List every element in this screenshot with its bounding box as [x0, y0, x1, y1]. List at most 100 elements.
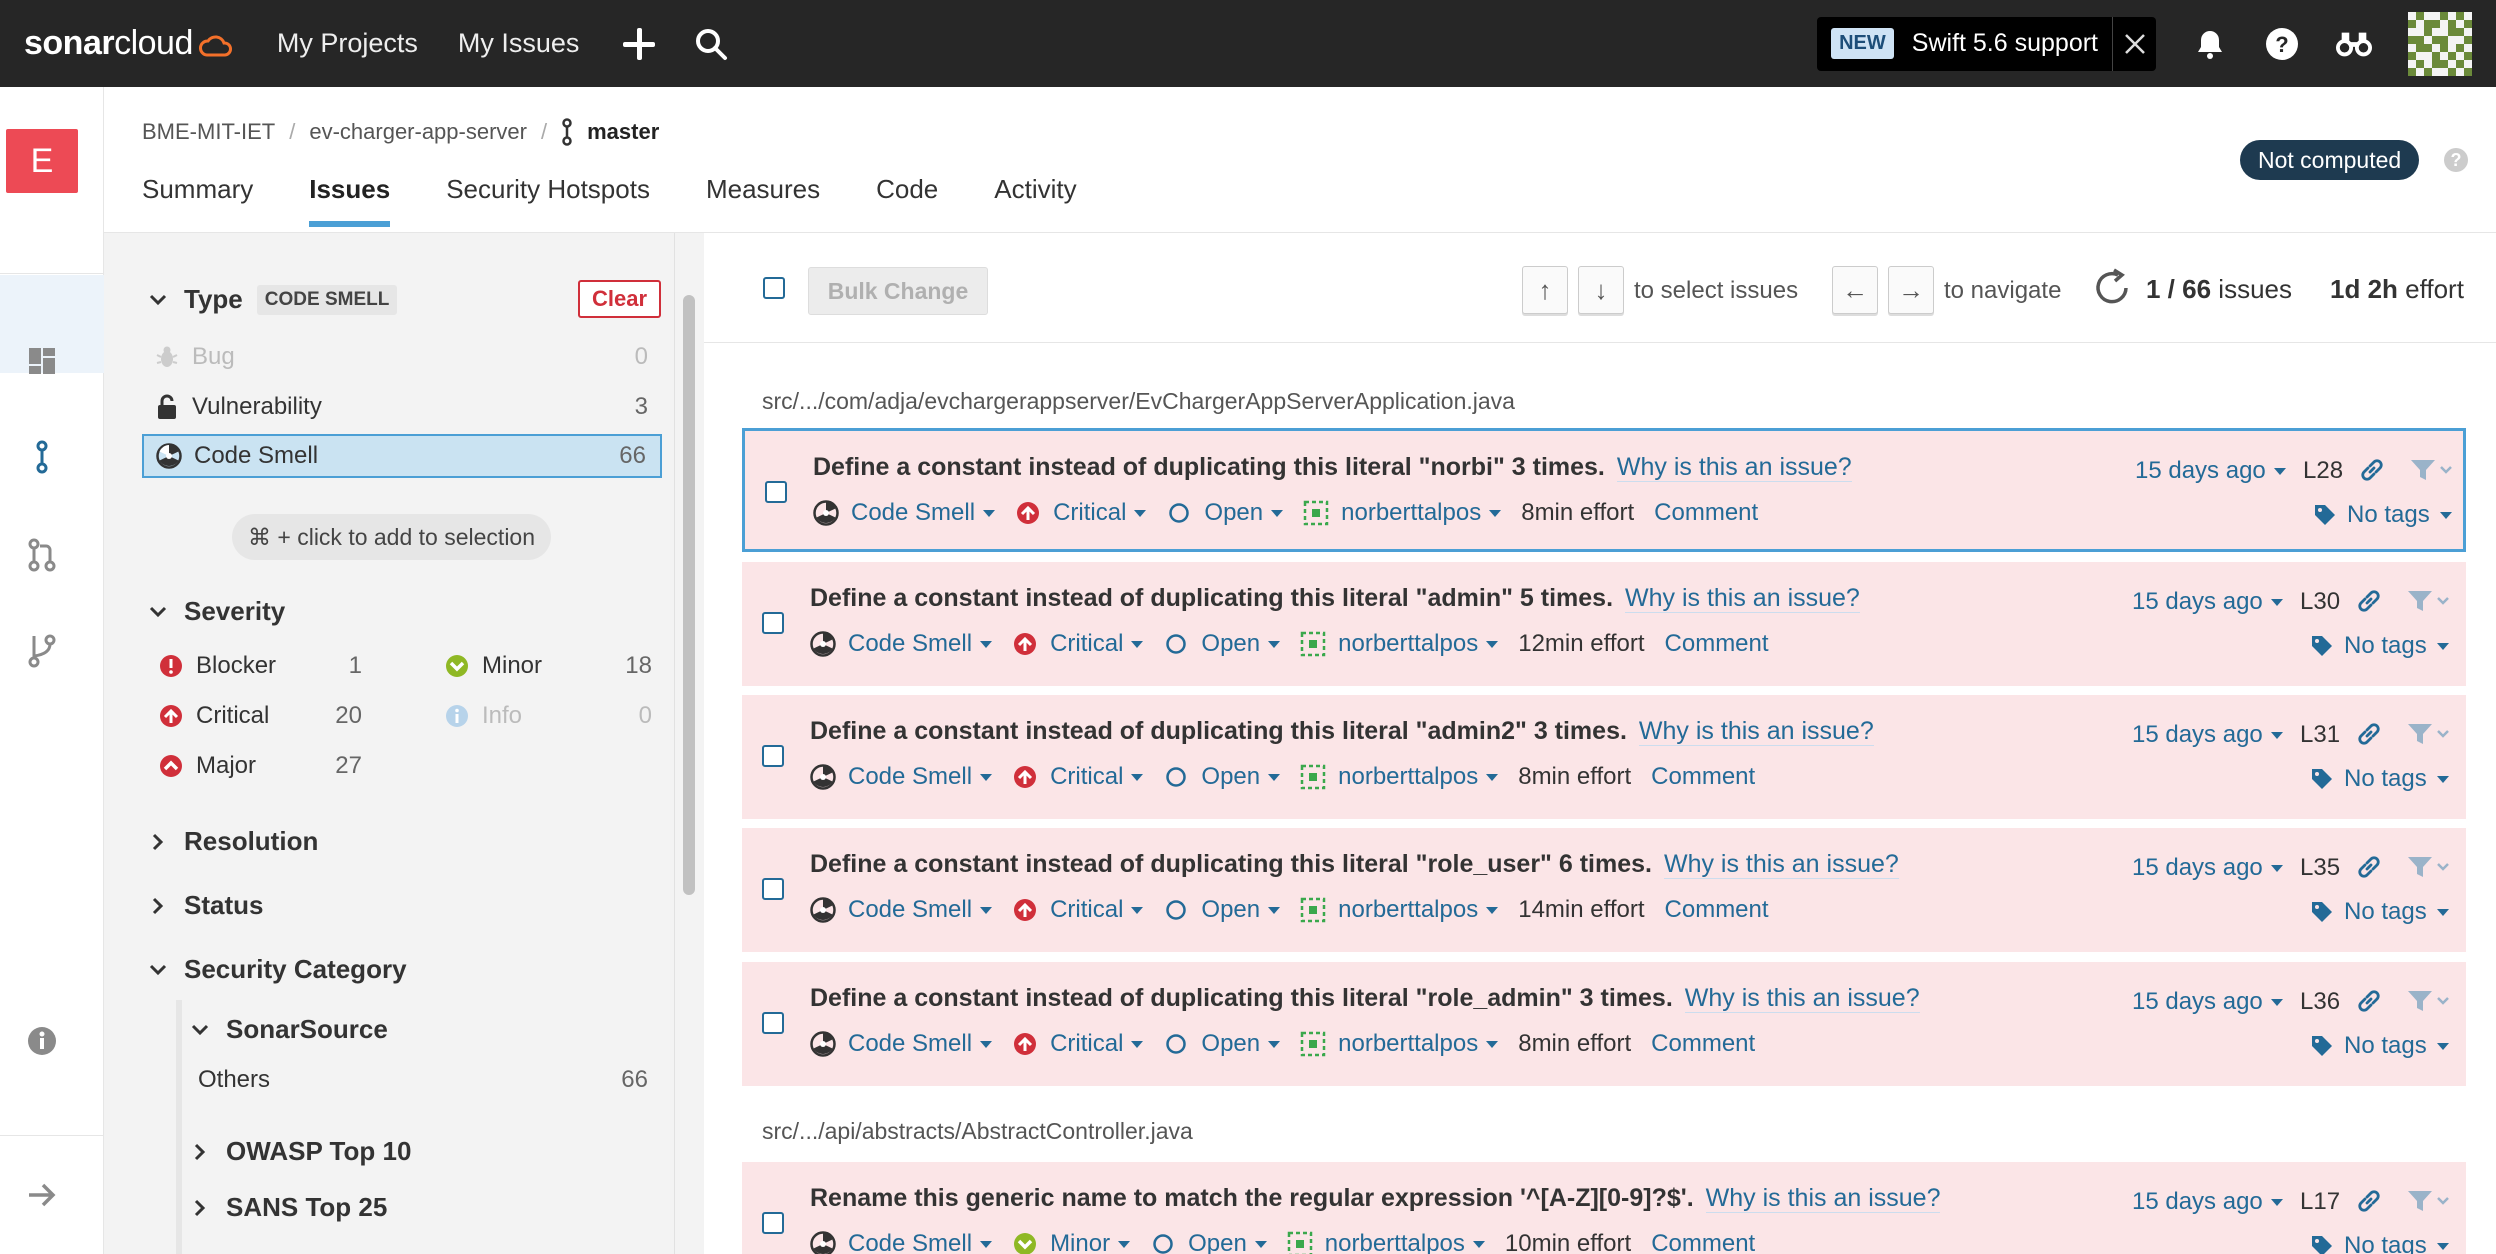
why-is-this-an-issue-link[interactable]: Why is this an issue?	[1705, 1184, 1941, 1213]
issue-message[interactable]: Define a constant instead of duplicating…	[810, 584, 1860, 613]
issue-card[interactable]: Define a constant instead of duplicating…	[742, 828, 2466, 952]
issue-severity-dropdown[interactable]: Critical	[1050, 630, 1144, 658]
scrollbar-thumb[interactable]	[683, 295, 695, 895]
issue-severity-dropdown[interactable]: Critical	[1050, 763, 1144, 791]
filter-similar-icon[interactable]	[2406, 588, 2450, 614]
dashboard-icon[interactable]	[24, 343, 60, 379]
issue-message-text[interactable]: Define a constant instead of duplicating…	[810, 717, 1627, 745]
filter-resolution-header[interactable]: Resolution	[148, 826, 318, 857]
issue-type-dropdown[interactable]: Code Smell	[848, 1030, 993, 1058]
issue-card[interactable]: Define a constant instead of duplicating…	[742, 695, 2466, 819]
filters-scrollbar[interactable]	[674, 233, 704, 1254]
owasp-header[interactable]: OWASP Top 10	[190, 1136, 411, 1167]
issue-type-dropdown[interactable]: Code Smell	[848, 896, 993, 924]
plus-icon[interactable]	[621, 26, 657, 62]
issue-message-text[interactable]: Define a constant instead of duplicating…	[810, 584, 1613, 612]
issue-status-dropdown[interactable]: Open	[1188, 1230, 1267, 1254]
issue-severity-dropdown[interactable]: Critical	[1050, 1030, 1144, 1058]
issue-message-text[interactable]: Define a constant instead of duplicating…	[810, 850, 1652, 878]
issue-card[interactable]: Rename this generic name to match the re…	[742, 1162, 2466, 1254]
issue-assignee-dropdown[interactable]: norberttalpos	[1338, 763, 1499, 791]
issue-tags-dropdown[interactable]: No tags	[2310, 898, 2449, 926]
issue-tags-dropdown[interactable]: No tags	[2310, 632, 2449, 660]
issue-status-dropdown[interactable]: Open	[1201, 1030, 1281, 1058]
severity-major[interactable]: Major	[158, 752, 256, 780]
permalink-icon[interactable]	[2356, 1188, 2382, 1214]
issue-age-dropdown[interactable]: 15 days ago	[2132, 988, 2283, 1016]
tab-summary[interactable]: Summary	[142, 174, 253, 227]
git-branch-icon[interactable]	[24, 633, 60, 669]
issue-card[interactable]: Define a constant instead of duplicating…	[742, 962, 2466, 1086]
issue-age-dropdown[interactable]: 15 days ago	[2132, 721, 2283, 749]
file-path[interactable]: src/.../com/adja/evchargerappserver/EvCh…	[762, 388, 1515, 415]
filter-others[interactable]: Others 66	[186, 1058, 662, 1102]
issue-message-text[interactable]: Define a constant instead of duplicating…	[813, 453, 1605, 481]
issue-tags-dropdown[interactable]: No tags	[2313, 501, 2452, 529]
why-is-this-an-issue-link[interactable]: Why is this an issue?	[1625, 584, 1860, 613]
filter-similar-icon[interactable]	[2406, 988, 2450, 1014]
news-text[interactable]: Swift 5.6 support	[1912, 29, 2098, 58]
tab-activity[interactable]: Activity	[994, 174, 1076, 227]
issue-assignee-dropdown[interactable]: norberttalpos	[1341, 499, 1502, 527]
org-avatar[interactable]: E	[6, 129, 78, 193]
filter-type-code-smell[interactable]: Code Smell 66	[142, 434, 662, 478]
select-all-checkbox[interactable]	[763, 277, 785, 299]
filter-type-header[interactable]: Type CODE SMELL	[148, 284, 398, 315]
tab-code[interactable]: Code	[876, 174, 938, 227]
breadcrumb-org[interactable]: BME-MIT-IET	[142, 119, 275, 145]
issue-severity-dropdown[interactable]: Critical	[1050, 896, 1144, 924]
issue-type-dropdown[interactable]: Code Smell	[848, 630, 993, 658]
issue-assignee-dropdown[interactable]: norberttalpos	[1325, 1230, 1485, 1254]
issue-type-dropdown[interactable]: Code Smell	[848, 763, 993, 791]
issue-checkbox[interactable]	[762, 745, 784, 767]
filter-status-header[interactable]: Status	[148, 890, 263, 921]
close-icon[interactable]	[2112, 16, 2156, 71]
issue-message[interactable]: Define a constant instead of duplicating…	[810, 850, 1899, 879]
severity-blocker[interactable]: Blocker	[158, 652, 276, 680]
issue-checkbox[interactable]	[765, 481, 787, 503]
issue-tags-dropdown[interactable]: No tags	[2310, 1232, 2449, 1254]
issue-type-dropdown[interactable]: Code Smell	[848, 1230, 993, 1254]
bell-icon[interactable]	[2192, 26, 2228, 62]
filter-similar-icon[interactable]	[2409, 457, 2453, 483]
issue-status-dropdown[interactable]: Open	[1201, 763, 1281, 791]
filter-type-vulnerability[interactable]: Vulnerability 3	[142, 385, 662, 429]
issue-severity-dropdown[interactable]: Critical	[1053, 499, 1147, 527]
pull-request-icon[interactable]	[24, 537, 60, 573]
severity-info[interactable]: Info	[444, 702, 522, 730]
clear-button[interactable]: Clear	[578, 280, 662, 318]
filter-severity-header[interactable]: Severity	[148, 596, 285, 627]
comment-link[interactable]: Comment	[1654, 499, 1758, 527]
issue-tags-dropdown[interactable]: No tags	[2310, 765, 2449, 793]
sans-header[interactable]: SANS Top 25	[190, 1192, 387, 1223]
filter-security-category-header[interactable]: Security Category	[148, 954, 407, 985]
why-is-this-an-issue-link[interactable]: Why is this an issue?	[1638, 717, 1874, 746]
branch-icon[interactable]	[24, 439, 60, 475]
help-question-icon[interactable]: ?	[2444, 148, 2468, 172]
comment-link[interactable]: Comment	[1651, 1030, 1755, 1058]
why-is-this-an-issue-link[interactable]: Why is this an issue?	[1684, 984, 1920, 1013]
news-banner[interactable]: NEW Swift 5.6 support	[1817, 16, 2156, 71]
issue-status-dropdown[interactable]: Open	[1201, 630, 1281, 658]
issue-message-text[interactable]: Define a constant instead of duplicating…	[810, 984, 1673, 1012]
breadcrumb-project[interactable]: ev-charger-app-server	[309, 119, 527, 145]
nav-my-projects[interactable]: My Projects	[277, 28, 418, 59]
issue-age-dropdown[interactable]: 15 days ago	[2132, 854, 2283, 882]
tab-issues[interactable]: Issues	[309, 174, 390, 227]
filter-similar-icon[interactable]	[2406, 721, 2450, 747]
binoculars-icon[interactable]	[2336, 26, 2372, 62]
issue-message[interactable]: Define a constant instead of duplicating…	[810, 984, 1920, 1013]
issue-type-dropdown[interactable]: Code Smell	[851, 499, 996, 527]
issue-status-dropdown[interactable]: Open	[1201, 896, 1281, 924]
filter-type-bug[interactable]: Bug 0	[142, 335, 662, 379]
filter-similar-icon[interactable]	[2406, 854, 2450, 880]
issue-age-dropdown[interactable]: 15 days ago	[2132, 588, 2283, 616]
issue-assignee-dropdown[interactable]: norberttalpos	[1338, 896, 1499, 924]
issue-severity-dropdown[interactable]: Minor	[1050, 1230, 1131, 1254]
info-icon[interactable]	[24, 1023, 60, 1059]
branch-name[interactable]: master	[587, 119, 659, 145]
issue-assignee-dropdown[interactable]: norberttalpos	[1338, 1030, 1499, 1058]
issue-tags-dropdown[interactable]: No tags	[2310, 1032, 2449, 1060]
reload-icon[interactable]	[2092, 268, 2132, 308]
issue-message-text[interactable]: Rename this generic name to match the re…	[810, 1184, 1694, 1212]
